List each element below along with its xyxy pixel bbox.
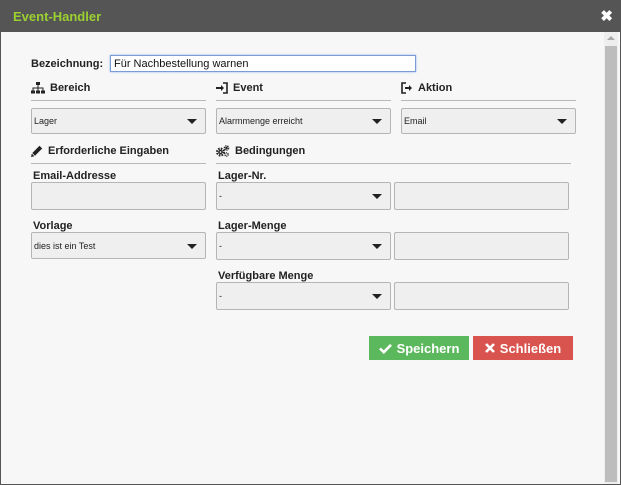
event-handler-dialog: Event-Handler ✖ Bezeichnung: Bereich Eve… [0, 0, 621, 485]
caret-down-icon [372, 194, 382, 199]
event-label: Event [233, 82, 263, 94]
event-select[interactable]: Alarmmenge erreicht [216, 108, 391, 134]
lager-nr-operator-value: - [219, 191, 222, 201]
template-label: Vorlage [33, 220, 73, 232]
aktion-select[interactable]: Email [401, 108, 576, 134]
divider [31, 100, 206, 101]
pencil-icon [31, 145, 43, 157]
dialog-title: Event-Handler [13, 9, 102, 24]
template-select[interactable]: dies ist ein Test [31, 232, 206, 259]
lager-menge-operator-select[interactable]: - [216, 232, 391, 260]
aktion-header: Aktion [401, 82, 452, 94]
save-button-label: Speichern [396, 340, 460, 356]
caret-down-icon [372, 244, 382, 249]
sitemap-icon [31, 82, 45, 94]
event-header: Event [216, 82, 263, 94]
caret-down-icon [187, 243, 197, 249]
scrollbar-thumb[interactable] [605, 46, 617, 482]
event-value: Alarmmenge erreicht [219, 116, 303, 126]
lager-menge-label: Lager-Menge [218, 220, 287, 232]
conditions-header: Bedingungen [216, 145, 305, 157]
divider [401, 100, 576, 101]
check-icon [378, 343, 392, 354]
scroll-up-arrow-icon[interactable] [607, 36, 615, 40]
aktion-value: Email [404, 116, 427, 126]
close-button[interactable]: Schließen [473, 336, 573, 360]
bereich-label: Bereich [50, 82, 91, 94]
caret-down-icon [557, 119, 567, 124]
title-bar[interactable]: Event-Handler ✖ [1, 1, 621, 32]
cogs-icon [216, 145, 230, 157]
bereich-value: Lager [34, 116, 58, 126]
divider [31, 163, 206, 164]
name-label: Bezeichnung: [31, 58, 104, 70]
close-icon[interactable]: ✖ [600, 7, 613, 25]
lager-menge-operator-value: - [219, 241, 222, 251]
caret-down-icon [372, 294, 382, 299]
lager-menge-value-input[interactable] [394, 232, 569, 260]
verfuegbare-menge-value-input[interactable] [394, 282, 569, 310]
divider [216, 163, 571, 164]
sign-in-icon [216, 82, 228, 94]
sign-out-icon [401, 82, 412, 94]
times-icon [484, 343, 495, 353]
name-input[interactable] [110, 55, 416, 72]
template-value: dies ist ein Test [34, 240, 96, 251]
caret-down-icon [187, 119, 197, 124]
lager-nr-value-input[interactable] [394, 182, 569, 210]
caret-down-icon [372, 119, 382, 124]
verfuegbare-menge-operator-value: - [219, 291, 222, 301]
conditions-label: Bedingungen [235, 145, 306, 157]
save-button[interactable]: Speichern [369, 336, 469, 360]
verfuegbare-menge-operator-select[interactable]: - [216, 282, 391, 310]
email-label: Email-Addresse [33, 170, 117, 182]
lager-nr-operator-select[interactable]: - [216, 182, 391, 210]
bereich-select[interactable]: Lager [31, 108, 206, 134]
email-input[interactable] [31, 182, 206, 210]
close-button-label: Schließen [499, 340, 562, 356]
aktion-label: Aktion [418, 82, 453, 94]
inputs-header: Erforderliche Eingaben [31, 145, 169, 157]
lager-nr-label: Lager-Nr. [218, 170, 267, 182]
inputs-label: Erforderliche Eingaben [48, 145, 170, 157]
verfuegbare-menge-label: Verfügbare Menge [218, 270, 314, 282]
divider [216, 100, 391, 101]
vertical-scrollbar[interactable] [604, 32, 618, 484]
bereich-header: Bereich [31, 82, 90, 94]
